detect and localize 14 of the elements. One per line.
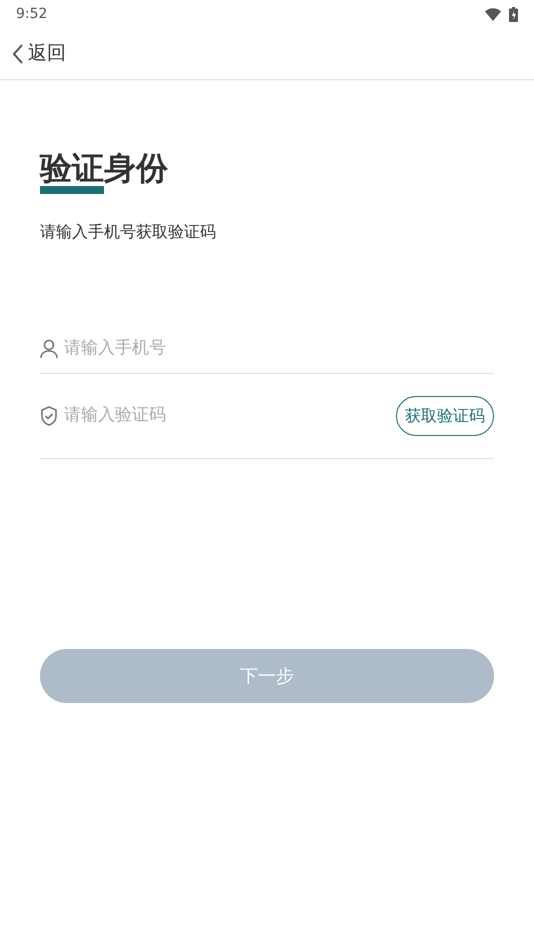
status-time: 9:52 bbox=[16, 4, 48, 24]
chevron-left-icon bbox=[12, 42, 24, 64]
subtitle: 请输入手机号获取验证码 bbox=[40, 221, 217, 243]
wifi-icon bbox=[485, 8, 501, 20]
user-icon bbox=[40, 338, 58, 358]
page-title: 身份 bbox=[104, 148, 168, 188]
input-field[interactable]: 请输入验证码 bbox=[64, 403, 390, 429]
page-title: 验证 bbox=[40, 148, 104, 188]
title-underline bbox=[40, 186, 104, 194]
shield-check-icon bbox=[40, 406, 58, 426]
input-field[interactable]: 请输入手机号 bbox=[64, 336, 494, 362]
battery-icon bbox=[509, 6, 518, 22]
get-code-button[interactable]: 获取验证码 bbox=[396, 396, 494, 436]
back-button[interactable]: 返回 bbox=[12, 39, 66, 68]
